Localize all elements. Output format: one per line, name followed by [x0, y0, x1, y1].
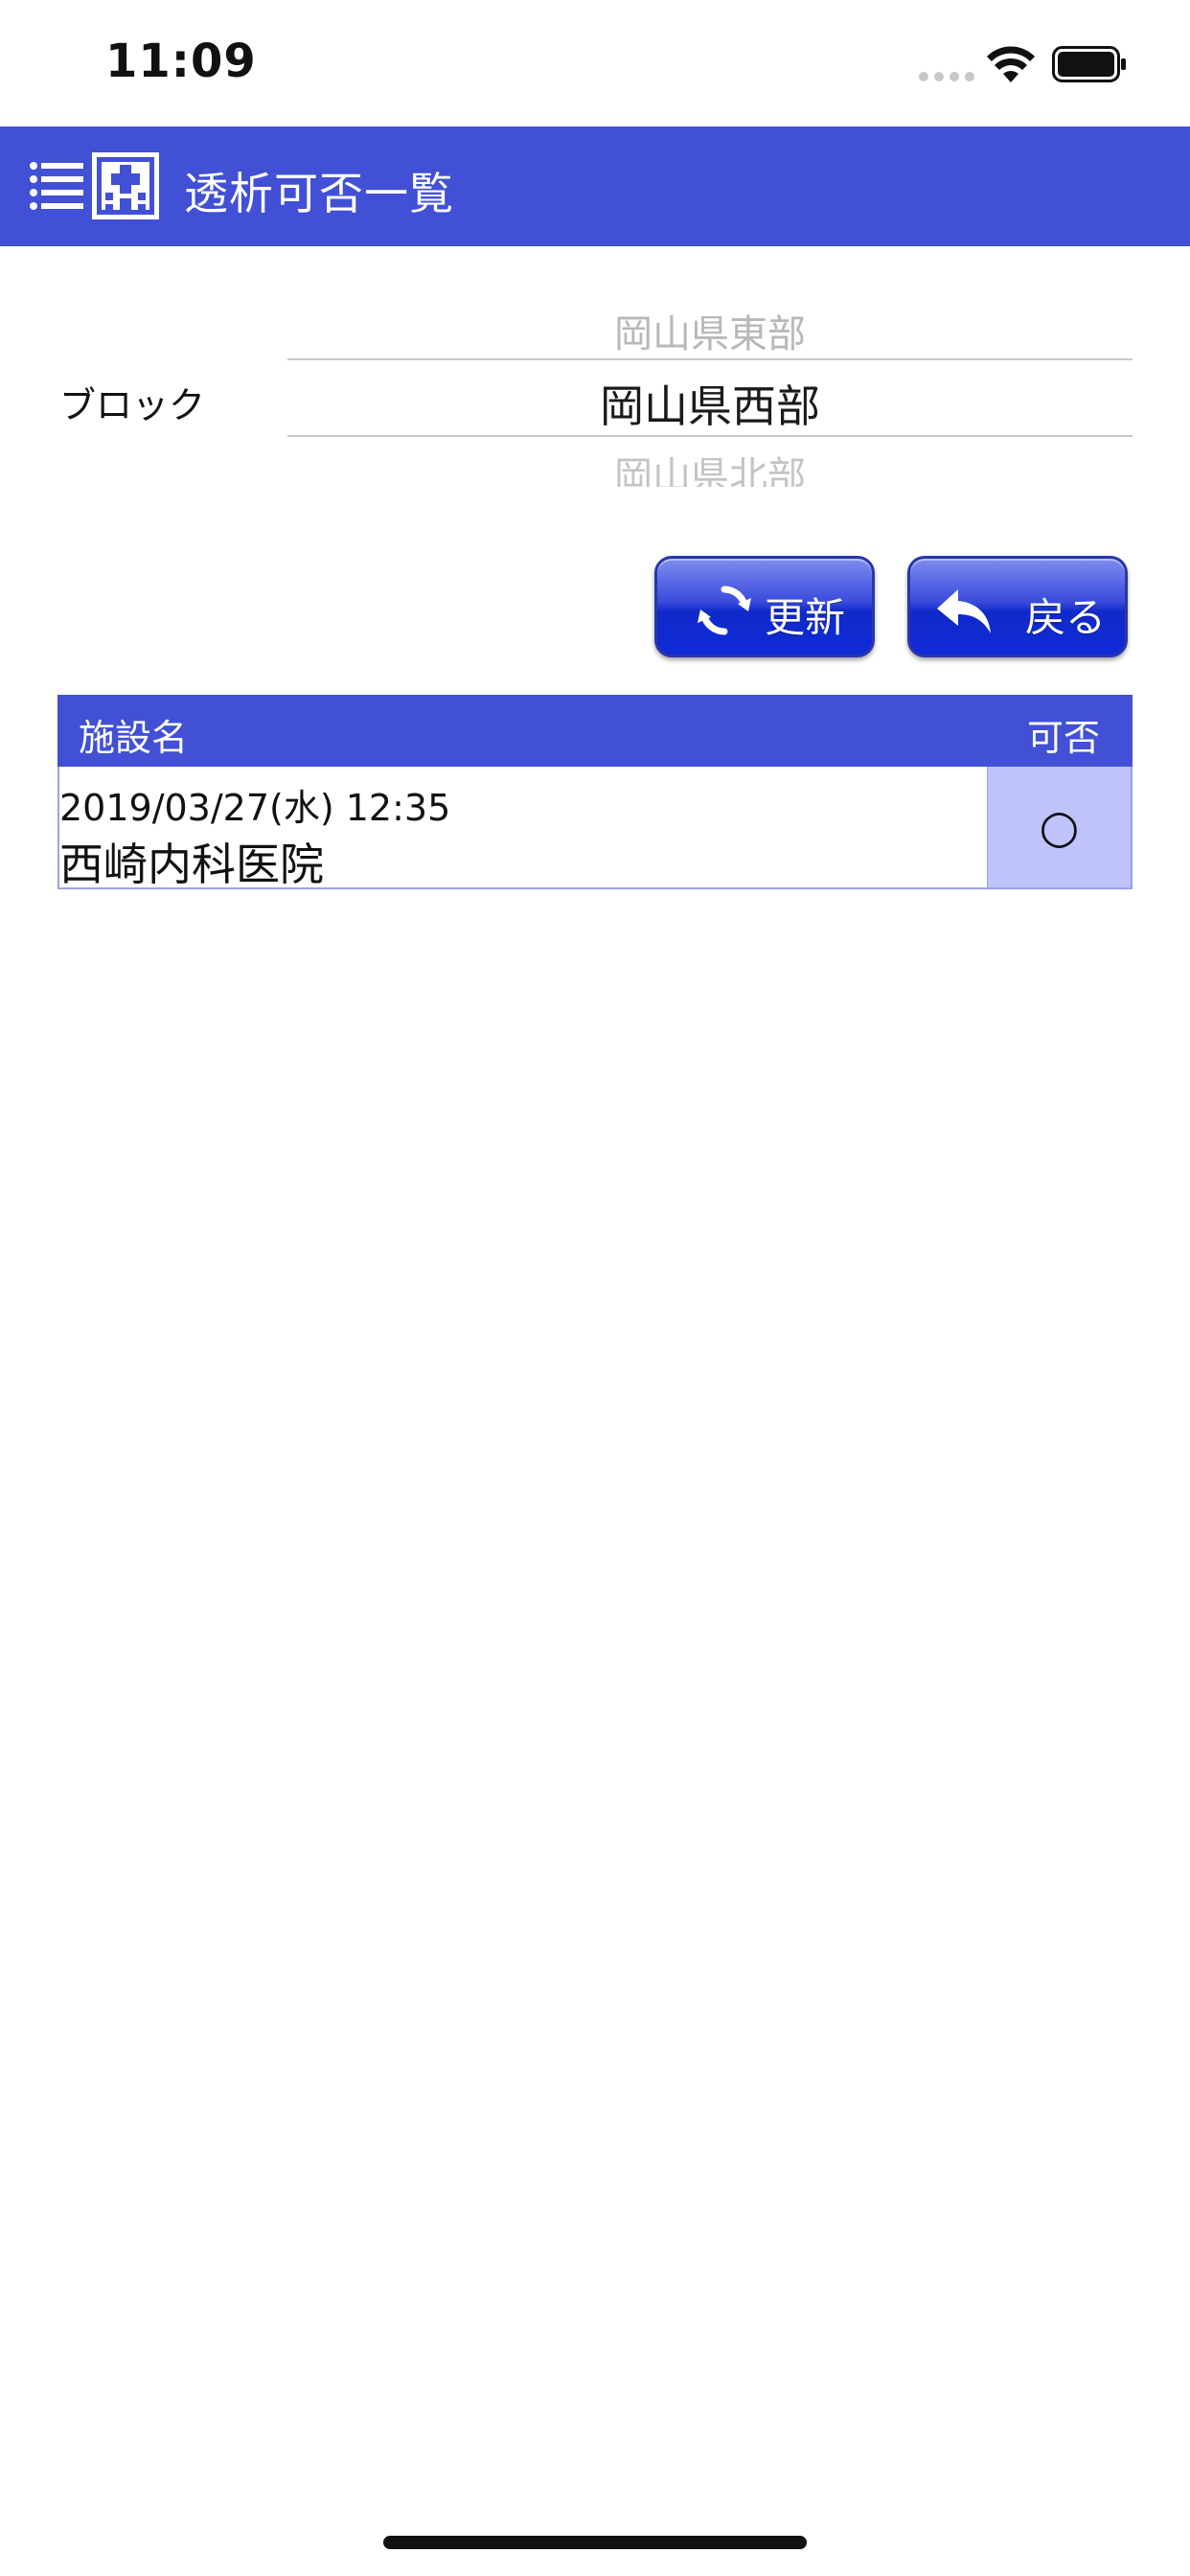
back-arrow-icon — [937, 589, 991, 633]
row-updated-time: 2019/03/27(水) 12:35 — [59, 787, 451, 829]
cellular-signal-icon — [919, 72, 974, 81]
refresh-icon — [698, 586, 751, 635]
wifi-icon — [987, 46, 1035, 82]
column-header-status: 可否 — [1026, 717, 1100, 759]
battery-icon — [1052, 46, 1126, 82]
block-picker[interactable]: 岡山県東部 岡山県西部 岡山県北部 — [287, 303, 1133, 494]
picker-divider-bottom — [287, 435, 1133, 437]
list-menu-icon[interactable] — [29, 158, 84, 214]
back-button-label: 戻る — [1025, 594, 1107, 641]
home-indicator[interactable] — [383, 2536, 807, 2549]
picker-divider-top — [287, 358, 1133, 360]
table-header: 施設名 可否 — [57, 695, 1133, 767]
row-facility-name: 西崎内科医院 — [59, 839, 324, 890]
refresh-button-label: 更新 — [765, 594, 846, 641]
page-title: 透析可否一覧 — [184, 168, 454, 219]
status-bar: 11:09 — [0, 0, 1190, 126]
refresh-button[interactable]: 更新 — [654, 556, 875, 657]
column-header-facility: 施設名 — [79, 717, 189, 759]
nav-bar: 透析可否一覧 — [0, 126, 1190, 246]
back-button[interactable]: 戻る — [907, 556, 1128, 657]
table-row[interactable]: 2019/03/27(水) 12:35 西崎内科医院 ○ — [57, 767, 1133, 890]
row-status-cell: ○ — [987, 767, 1131, 887]
block-label: ブロック — [59, 384, 206, 426]
facility-table: 施設名 可否 2019/03/27(水) 12:35 西崎内科医院 ○ — [57, 695, 1133, 890]
picker-option-selected[interactable]: 岡山県西部 — [287, 372, 1133, 435]
status-time: 11:09 — [105, 34, 257, 88]
picker-option-prev[interactable]: 岡山県東部 — [287, 303, 1133, 356]
hospital-icon — [92, 152, 159, 219]
picker-option-next[interactable]: 岡山県北部 — [287, 445, 1133, 487]
